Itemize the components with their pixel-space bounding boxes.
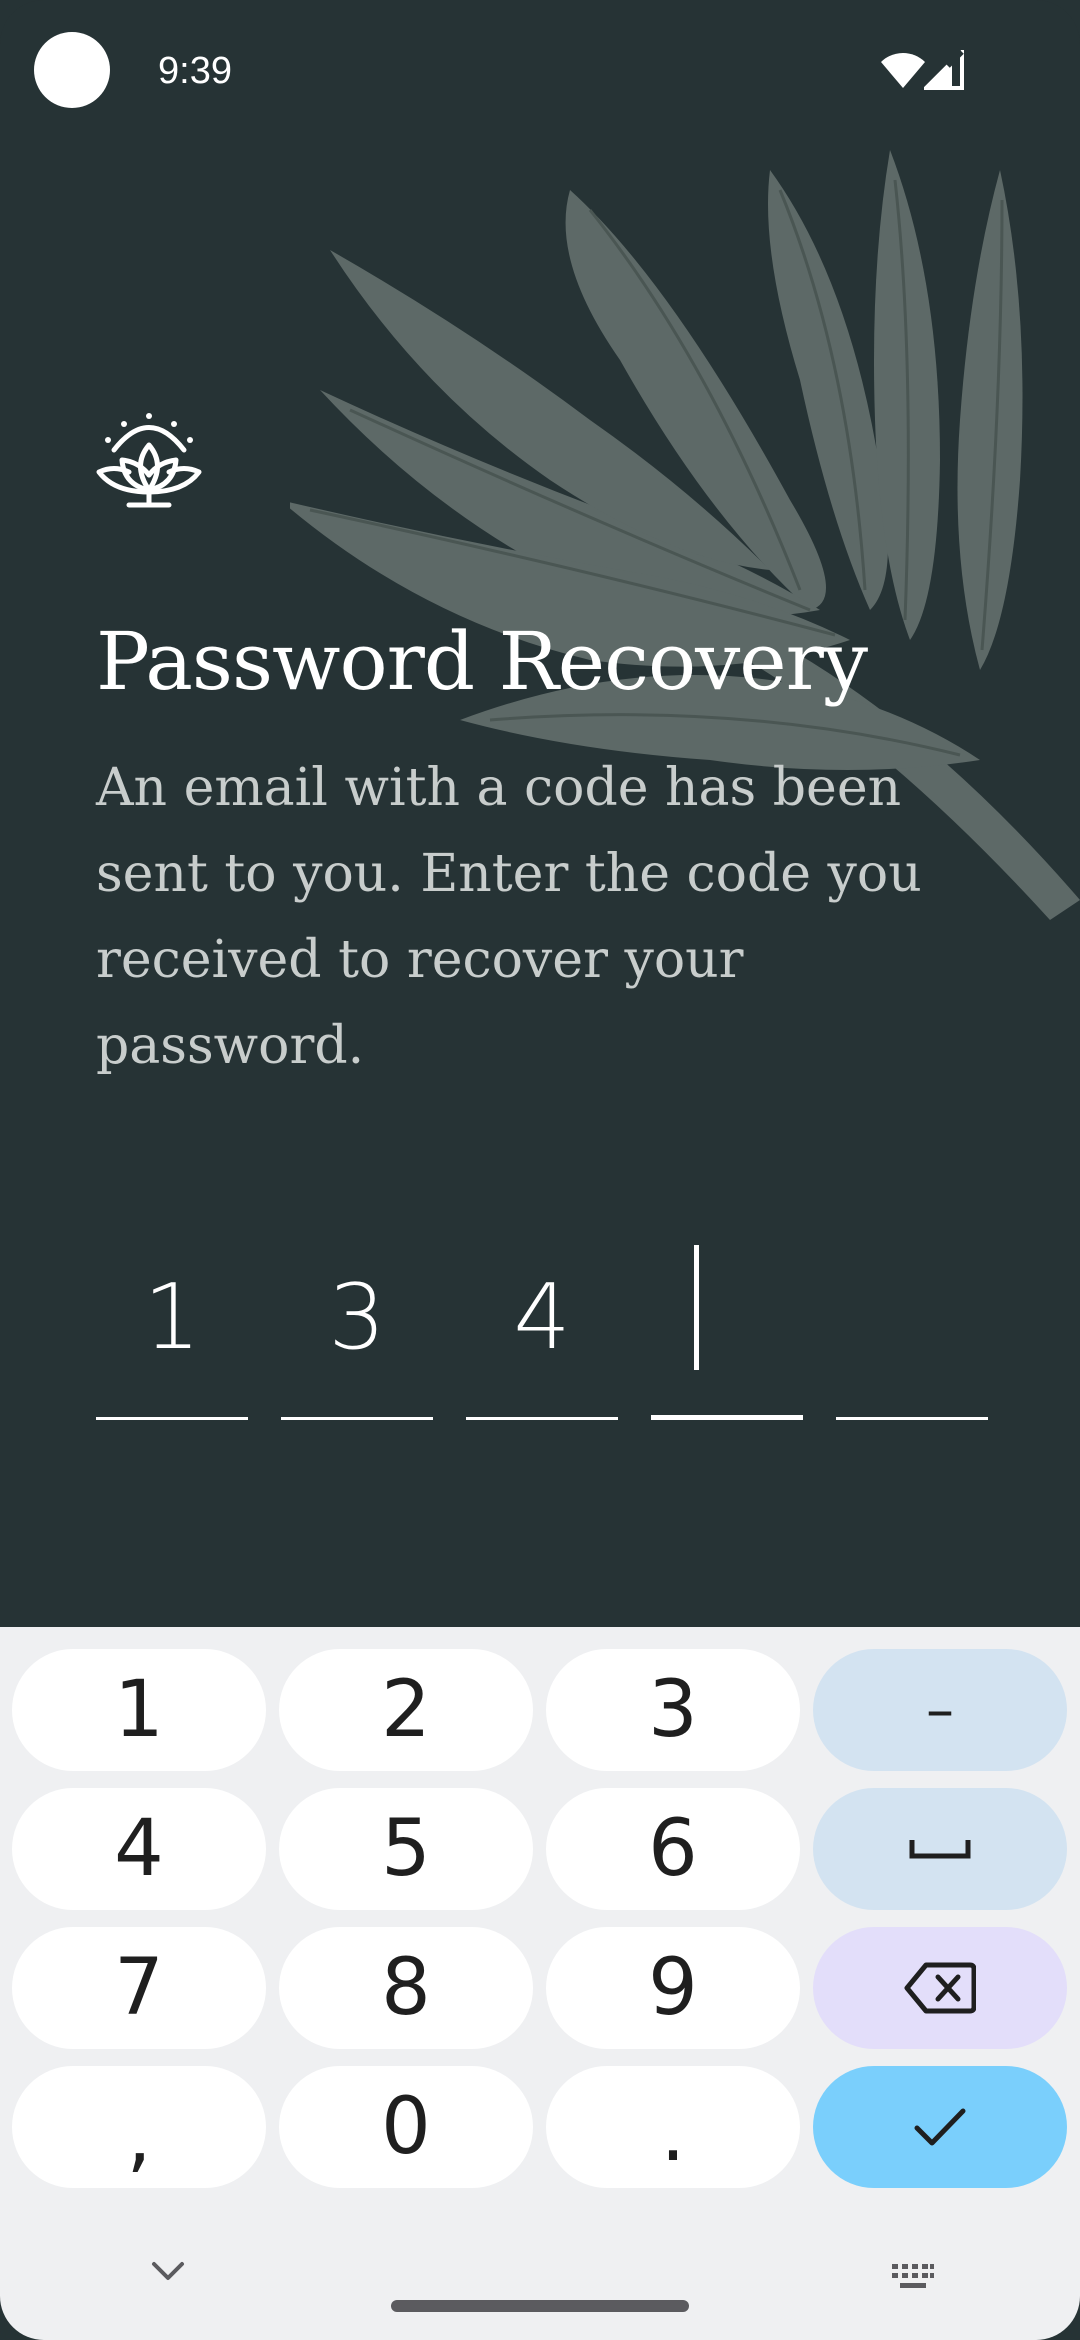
page-title: Password Recovery (96, 615, 868, 708)
key-label: 0 (381, 2082, 431, 2172)
numeric-keyboard: 1 2 3 – 4 5 6 7 8 9 , 0 . (0, 1627, 1080, 2340)
code-cell-3[interactable]: 4 (466, 1245, 618, 1420)
text-cursor (694, 1245, 699, 1370)
key-label: 1 (114, 1665, 164, 1755)
key-label: – (926, 1677, 954, 1743)
key-9[interactable]: 9 (546, 1927, 800, 2049)
code-underline (281, 1417, 433, 1420)
home-indicator[interactable] (391, 2300, 689, 2312)
key-space[interactable] (813, 1788, 1067, 1910)
code-digit: 1 (143, 1265, 201, 1370)
key-label: 5 (381, 1804, 431, 1894)
key-8[interactable]: 8 (279, 1927, 533, 2049)
key-3[interactable]: 3 (546, 1649, 800, 1771)
key-label: 9 (648, 1943, 698, 2033)
key-2[interactable]: 2 (279, 1649, 533, 1771)
keyboard-icon[interactable] (890, 2262, 936, 2292)
code-cell-2[interactable]: 3 (281, 1245, 433, 1420)
lotus-logo-icon (96, 413, 202, 508)
status-bar: 9:39 (0, 0, 1080, 140)
code-underline (836, 1417, 988, 1420)
key-5[interactable]: 5 (279, 1788, 533, 1910)
code-digit: 3 (328, 1265, 386, 1370)
key-enter[interactable] (813, 2066, 1067, 2188)
key-7[interactable]: 7 (12, 1927, 266, 2049)
key-backspace[interactable] (813, 1927, 1067, 2049)
key-period[interactable]: . (546, 2066, 800, 2188)
screen: 9:39 Password Recovery An email with a c… (0, 0, 1080, 2340)
key-comma[interactable]: , (12, 2066, 266, 2188)
key-label: , (126, 2092, 152, 2182)
code-input-row[interactable]: 1 3 4 (96, 1245, 988, 1425)
code-digit: 4 (513, 1265, 571, 1370)
chevron-down-icon[interactable] (150, 2260, 186, 2284)
camera-dot (34, 32, 110, 108)
code-cell-1[interactable]: 1 (96, 1245, 248, 1420)
code-cell-4[interactable] (651, 1245, 803, 1420)
signal-icon (924, 50, 964, 90)
key-label: 4 (114, 1804, 164, 1894)
key-label: . (660, 2089, 686, 2179)
key-1[interactable]: 1 (12, 1649, 266, 1771)
key-0[interactable]: 0 (279, 2066, 533, 2188)
key-label: 7 (114, 1943, 164, 2033)
key-label: 6 (648, 1804, 698, 1894)
key-label: 8 (381, 1943, 431, 2033)
wifi-icon (881, 53, 925, 88)
backspace-icon (904, 1962, 976, 2014)
checkmark-icon (914, 2108, 966, 2146)
page-subtitle: An email with a code has been sent to yo… (96, 758, 922, 1076)
key-minus[interactable]: – (813, 1649, 1067, 1771)
key-6[interactable]: 6 (546, 1788, 800, 1910)
status-time: 9:39 (158, 50, 232, 92)
key-label: 3 (648, 1665, 698, 1755)
code-underline-active (651, 1415, 803, 1420)
code-underline (466, 1417, 618, 1420)
space-icon (909, 1840, 971, 1859)
key-4[interactable]: 4 (12, 1788, 266, 1910)
key-label: 2 (381, 1665, 431, 1755)
code-cell-5[interactable] (836, 1245, 988, 1420)
code-underline (96, 1417, 248, 1420)
